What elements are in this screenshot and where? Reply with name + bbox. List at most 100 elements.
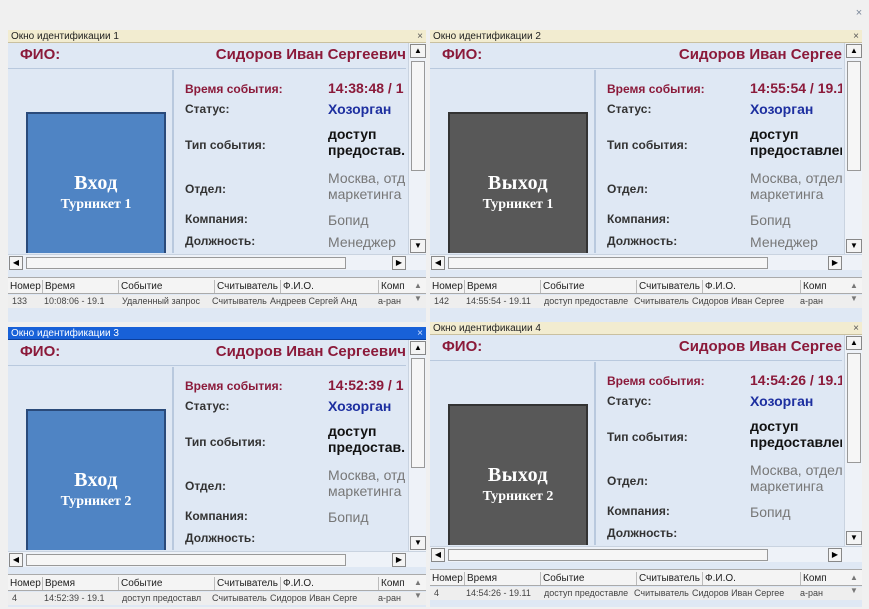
log-scroll-arrows[interactable]: ▲ ▼ bbox=[412, 279, 424, 305]
window-titlebar[interactable]: Окно идентификации 3 × bbox=[8, 327, 426, 340]
horizontal-scrollbar[interactable]: ◀ ▶ bbox=[430, 546, 862, 562]
log-header: Номер Время Событие Считыватель Ф.И.О. К… bbox=[430, 569, 862, 586]
scroll-right-icon[interactable]: ▶ bbox=[828, 256, 842, 270]
app-close-icon[interactable]: × bbox=[853, 6, 865, 20]
event-type-label: Тип события: bbox=[185, 435, 266, 449]
log-row[interactable]: 142 14:55:54 - 19.11 доступ предоставле … bbox=[430, 295, 862, 308]
log-column-fio[interactable]: Ф.И.О. bbox=[702, 280, 800, 293]
log-fio: Сидоров Иван Серге bbox=[270, 593, 358, 603]
scroll-thumb[interactable] bbox=[847, 61, 861, 171]
event-details: Время события: 14:52:39 / 1 Статус: Хозо… bbox=[183, 367, 406, 550]
scroll-left-icon[interactable]: ◀ bbox=[431, 256, 445, 270]
horizontal-scrollbar[interactable]: ◀ ▶ bbox=[430, 254, 862, 270]
scroll-thumb-horizontal[interactable] bbox=[26, 554, 346, 566]
scroll-right-icon[interactable]: ▶ bbox=[392, 256, 406, 270]
window-titlebar[interactable]: Окно идентификации 4 × bbox=[430, 322, 862, 335]
scroll-down-icon[interactable]: ▼ bbox=[410, 239, 426, 253]
window-close-icon[interactable]: × bbox=[853, 30, 859, 43]
event-time-value: 14:38:48 / 1 bbox=[328, 80, 404, 96]
scroll-thumb[interactable] bbox=[847, 353, 861, 463]
position-label: Должность: bbox=[607, 234, 678, 248]
horizontal-scrollbar[interactable]: ◀ ▶ bbox=[8, 551, 426, 567]
log-row[interactable]: 4 14:54:26 - 19.11 доступ предоставле Сч… bbox=[430, 587, 862, 600]
vertical-scrollbar[interactable]: ▲ ▼ bbox=[844, 335, 862, 546]
vertical-scrollbar[interactable]: ▲ ▼ bbox=[408, 340, 426, 551]
log-column-event[interactable]: Событие bbox=[118, 280, 214, 293]
gate-indicator: Вход Турникет 2 bbox=[26, 409, 166, 550]
status-value: Хозорган bbox=[750, 393, 814, 409]
vertical-scrollbar[interactable]: ▲ ▼ bbox=[844, 43, 862, 254]
log-column-event[interactable]: Событие bbox=[118, 577, 214, 590]
log-column-fio[interactable]: Ф.И.О. bbox=[280, 577, 378, 590]
scroll-down-icon[interactable]: ▼ bbox=[846, 239, 862, 253]
status-value: Хозорган bbox=[328, 101, 392, 117]
position-value: Менеджер bbox=[328, 234, 396, 250]
log-scroll-arrows[interactable]: ▲ ▼ bbox=[848, 571, 860, 597]
scroll-thumb-horizontal[interactable] bbox=[26, 257, 346, 269]
log-column-reader[interactable]: Считыватель bbox=[636, 280, 702, 293]
log-column-reader[interactable]: Считыватель bbox=[636, 572, 702, 585]
log-event: доступ предоставле bbox=[544, 296, 629, 306]
log-column-time[interactable]: Время bbox=[42, 577, 118, 590]
log-scroll-arrows[interactable]: ▲ ▼ bbox=[412, 576, 424, 602]
scroll-down-icon[interactable]: ▼ bbox=[410, 536, 426, 550]
log-scroll-arrows[interactable]: ▲ ▼ bbox=[848, 279, 860, 305]
scroll-up-icon[interactable]: ▲ bbox=[846, 336, 862, 350]
log-column-fio[interactable]: Ф.И.О. bbox=[702, 572, 800, 585]
scroll-left-icon[interactable]: ◀ bbox=[9, 553, 23, 567]
scroll-up-icon[interactable]: ▲ bbox=[410, 341, 426, 355]
scroll-up-icon[interactable]: ▲ bbox=[410, 44, 426, 58]
vertical-scrollbar[interactable]: ▲ ▼ bbox=[408, 43, 426, 254]
scroll-thumb-horizontal[interactable] bbox=[448, 549, 768, 561]
position-label: Должность: bbox=[185, 234, 256, 248]
log-column-company[interactable]: Комп bbox=[800, 572, 834, 585]
log-time: 14:55:54 - 19.11 bbox=[466, 296, 531, 306]
department-label: Отдел: bbox=[607, 474, 648, 488]
log-column-company[interactable]: Комп bbox=[800, 280, 834, 293]
scroll-thumb-horizontal[interactable] bbox=[448, 257, 768, 269]
window-close-icon[interactable]: × bbox=[417, 327, 423, 340]
window-close-icon[interactable]: × bbox=[417, 30, 423, 43]
log-row[interactable]: 4 14:52:39 - 19.1 доступ предоставл Счит… bbox=[8, 592, 426, 605]
scroll-thumb[interactable] bbox=[411, 61, 425, 171]
log-time: 14:54:26 - 19.11 bbox=[466, 588, 531, 598]
scroll-right-icon[interactable]: ▶ bbox=[392, 553, 406, 567]
log-column-event[interactable]: Событие bbox=[540, 280, 636, 293]
scroll-left-icon[interactable]: ◀ bbox=[431, 548, 445, 562]
log-row[interactable]: 133 10:08:06 - 19.1 Удаленный запрос Счи… bbox=[8, 295, 426, 308]
window-close-icon[interactable]: × bbox=[853, 322, 859, 335]
log-column-number[interactable]: Номер bbox=[8, 577, 42, 590]
log-column-number[interactable]: Номер bbox=[430, 572, 464, 585]
log-column-reader[interactable]: Считыватель bbox=[214, 577, 280, 590]
status-label: Статус: bbox=[185, 102, 230, 116]
department-label: Отдел: bbox=[185, 182, 226, 196]
scroll-down-icon[interactable]: ▼ bbox=[846, 531, 862, 545]
identification-window-1: Окно идентификации 1 × ФИО: Сидоров Иван… bbox=[8, 30, 426, 322]
log-column-company[interactable]: Комп bbox=[378, 577, 412, 590]
scroll-right-icon[interactable]: ▶ bbox=[828, 548, 842, 562]
scroll-up-icon[interactable]: ▲ bbox=[846, 44, 862, 58]
department-line-1: Москва, отдел bbox=[750, 462, 842, 478]
department-line-2: маркетинга bbox=[328, 186, 402, 202]
gate-indicator: Выход Турникет 2 bbox=[448, 404, 588, 545]
log-column-number[interactable]: Номер bbox=[8, 280, 42, 293]
window-titlebar[interactable]: Окно идентификации 2 × bbox=[430, 30, 862, 43]
fio-row: ФИО: Сидоров Иван Сергее bbox=[430, 43, 842, 69]
log-column-time[interactable]: Время bbox=[464, 572, 540, 585]
log-column-time[interactable]: Время bbox=[464, 280, 540, 293]
identification-window-3: Окно идентификации 3 × ФИО: Сидоров Иван… bbox=[8, 327, 426, 607]
log-column-fio[interactable]: Ф.И.О. bbox=[280, 280, 378, 293]
log-column-number[interactable]: Номер bbox=[430, 280, 464, 293]
log-number: 133 bbox=[12, 296, 28, 306]
event-time-value: 14:54:26 / 19.1 bbox=[750, 372, 842, 388]
scroll-left-icon[interactable]: ◀ bbox=[9, 256, 23, 270]
window-titlebar[interactable]: Окно идентификации 1 × bbox=[8, 30, 426, 43]
log-column-company[interactable]: Комп bbox=[378, 280, 412, 293]
scroll-thumb[interactable] bbox=[411, 358, 425, 468]
log-column-time[interactable]: Время bbox=[42, 280, 118, 293]
status-label: Статус: bbox=[607, 394, 652, 408]
log-column-event[interactable]: Событие bbox=[540, 572, 636, 585]
log-column-reader[interactable]: Считыватель bbox=[214, 280, 280, 293]
identification-window-4: Окно идентификации 4 × ФИО: Сидоров Иван… bbox=[430, 322, 862, 607]
horizontal-scrollbar[interactable]: ◀ ▶ bbox=[8, 254, 426, 270]
